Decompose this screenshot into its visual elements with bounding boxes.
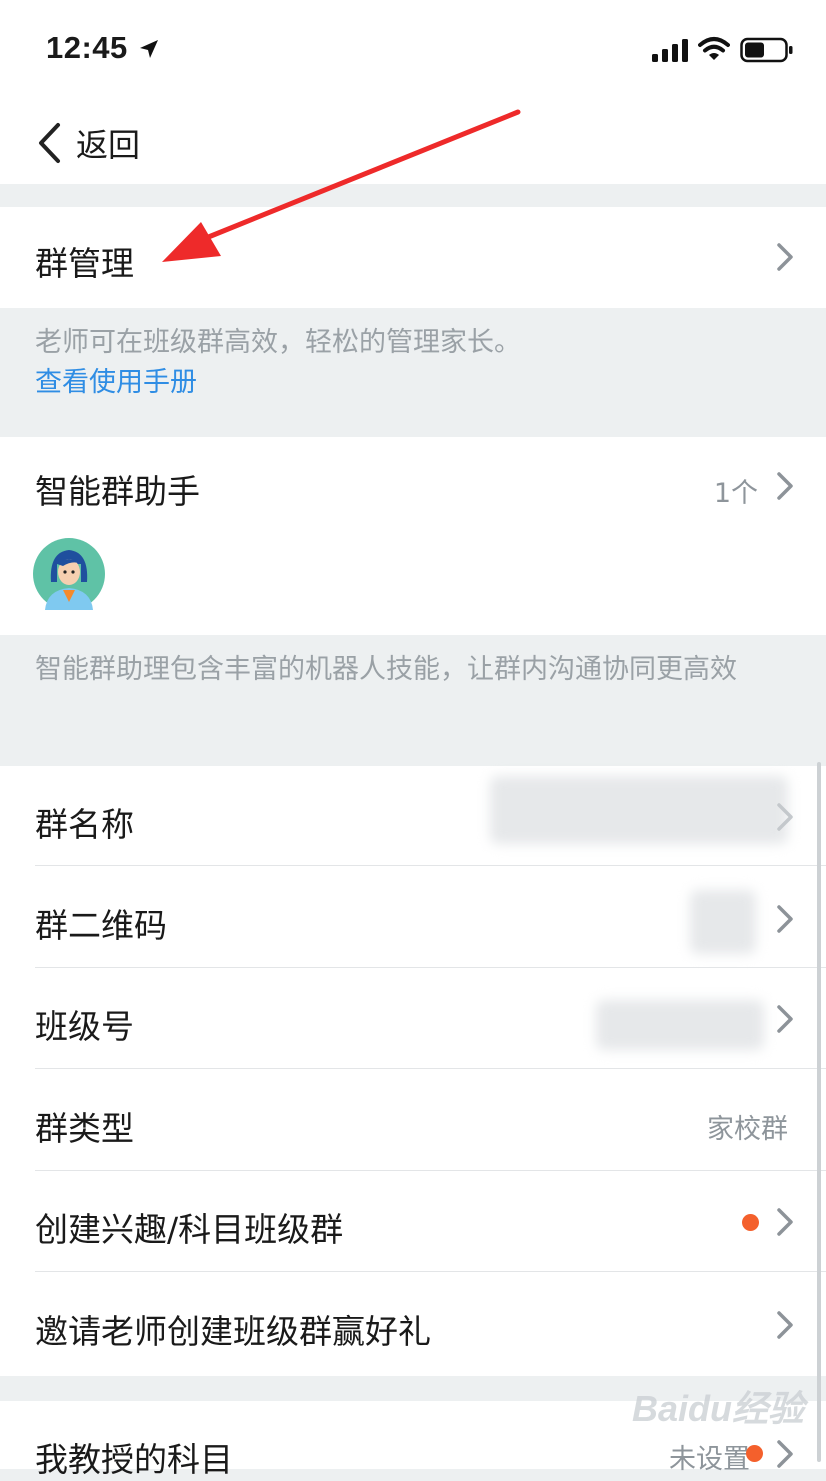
qrcode-thumbnail	[690, 890, 756, 954]
group-manage-note: 老师可在班级群高效，轻松的管理家长。	[35, 327, 521, 358]
group-manage-title: 群管理	[35, 244, 134, 283]
class-number-label: 班级号	[35, 1007, 134, 1046]
chevron-right-icon	[777, 1311, 793, 1339]
group-settings-list: 群名称 群二维码 班级号 群类型 家校群 创建兴趣/科目班级群 邀请老师创建班级…	[0, 766, 826, 1376]
chevron-right-icon	[777, 905, 793, 933]
chevron-left-icon	[39, 123, 60, 163]
chevron-right-icon	[777, 803, 793, 831]
redacted-class-number	[596, 1000, 764, 1050]
new-badge-dot	[742, 1214, 759, 1231]
chevron-right-icon	[777, 1208, 793, 1236]
group-type-value: 家校群	[707, 1114, 788, 1145]
battery-icon	[740, 37, 793, 63]
create-interest-group-label: 创建兴趣/科目班级群	[35, 1210, 344, 1249]
cellular-signal-icon	[652, 39, 688, 62]
teaching-subject-label: 我教授的科目	[35, 1440, 233, 1479]
back-button[interactable]: 返回	[36, 120, 140, 166]
class-number-row[interactable]: 班级号	[0, 968, 826, 1069]
group-qrcode-label: 群二维码	[35, 906, 167, 945]
teaching-subject-value: 未设置	[669, 1444, 750, 1475]
group-name-row[interactable]: 群名称	[0, 766, 826, 867]
invite-teacher-row[interactable]: 邀请老师创建班级群赢好礼	[0, 1272, 826, 1373]
assistant-count: 1个	[713, 478, 758, 509]
create-interest-group-row[interactable]: 创建兴趣/科目班级群	[0, 1171, 826, 1272]
back-label: 返回	[76, 126, 141, 164]
user-manual-link[interactable]: 查看使用手册	[35, 360, 197, 399]
group-qrcode-row[interactable]: 群二维码	[0, 866, 826, 967]
scrollbar[interactable]	[817, 762, 821, 1462]
group-type-row: 群类型 家校群	[0, 1069, 826, 1170]
status-time: 12:45	[46, 30, 128, 65]
assistant-note: 智能群助理包含丰富的机器人技能，让群内沟通协同更高效	[35, 654, 737, 685]
group-type-label: 群类型	[35, 1109, 134, 1148]
new-badge-dot	[746, 1445, 763, 1462]
group-name-label: 群名称	[35, 805, 134, 844]
navigation-bar: 返回	[0, 96, 826, 184]
location-arrow-icon	[140, 40, 158, 58]
chevron-right-icon	[777, 1005, 793, 1033]
chevron-right-icon	[777, 472, 793, 500]
chevron-right-icon	[777, 1440, 793, 1468]
group-manage-row[interactable]: 群管理	[0, 207, 826, 308]
smart-assistant-section[interactable]: 智能群助手 1个	[0, 437, 826, 635]
redacted-group-name	[490, 776, 788, 844]
assistant-avatar[interactable]	[33, 538, 105, 610]
smart-assistant-title: 智能群助手	[35, 472, 200, 511]
invite-teacher-label: 邀请老师创建班级群赢好礼	[35, 1312, 431, 1351]
wifi-icon	[698, 37, 730, 60]
chevron-right-icon	[777, 243, 793, 271]
watermark: Baidu经验	[632, 1388, 805, 1429]
status-bar: 12:45	[0, 0, 826, 96]
